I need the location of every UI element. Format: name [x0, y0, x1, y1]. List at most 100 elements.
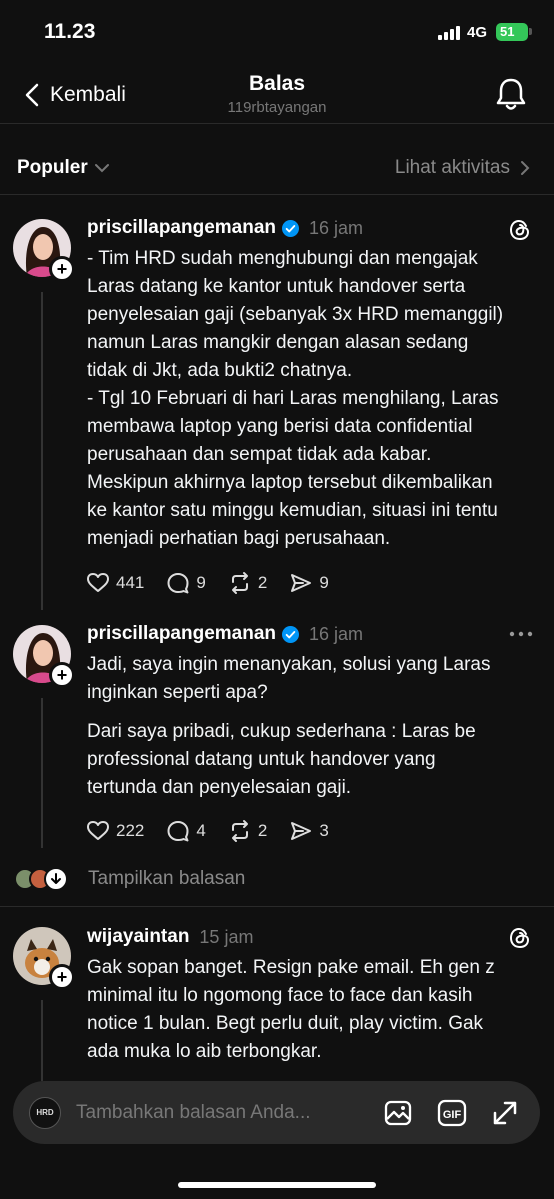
- chevron-down-icon: [94, 164, 109, 173]
- post-time: 16 jam: [309, 217, 364, 238]
- repost-button[interactable]: 2: [228, 571, 267, 595]
- post-header: wijayaintan 15 jam: [87, 926, 253, 948]
- show-replies-label: Tampilkan balasan: [88, 868, 246, 889]
- sort-row: Populer Lihat aktivitas: [0, 125, 554, 195]
- post-line: Meskipun akhirnya laptop tersebut dikemb…: [87, 472, 493, 493]
- view-activity-link[interactable]: Lihat aktivitas: [395, 157, 530, 179]
- post-header: priscillapangemanan 16 jam: [87, 623, 363, 645]
- bell-icon[interactable]: [494, 76, 528, 112]
- post-line: perusahaan dan sempat tidak ada kabar.: [87, 444, 432, 465]
- image-icon[interactable]: [383, 1098, 413, 1128]
- more-options-icon[interactable]: [508, 629, 534, 639]
- activity-label: Lihat aktivitas: [394, 157, 510, 178]
- reply-post: + wijayaintan 15 jam Gak sopan banget. R…: [0, 916, 554, 1081]
- post-text: Jadi, saya ingin menanyakan, solusi yang…: [87, 651, 527, 802]
- repost-icon: [231, 572, 248, 594]
- post-line: Jadi, saya ingin menanyakan, solusi yang…: [87, 654, 491, 675]
- threads-logo-icon: [509, 927, 530, 949]
- reply-count: 9: [196, 573, 206, 592]
- comment-icon: [167, 821, 189, 842]
- threads-logo-icon: [509, 219, 530, 241]
- post-line: Gak sopan banget. Resign pake email. Eh …: [87, 957, 495, 978]
- thread-line: [41, 1000, 43, 1081]
- reply-count: 4: [196, 821, 206, 840]
- follow-plus-icon[interactable]: +: [49, 662, 75, 688]
- verified-badge-icon: [282, 219, 300, 237]
- like-button[interactable]: 441: [86, 571, 144, 595]
- share-count: 3: [319, 821, 329, 840]
- arrow-down-icon: [44, 867, 68, 891]
- sort-label: Populer: [17, 157, 88, 178]
- post-line: menjadi perhatian bagi perusahaan.: [87, 528, 391, 549]
- expand-icon[interactable]: [490, 1098, 520, 1128]
- post-line: inginkan seperti apa?: [87, 682, 268, 703]
- repost-button[interactable]: 2: [228, 819, 267, 843]
- username[interactable]: priscillapangemanan: [87, 623, 276, 645]
- post-line: ke kantor satu minggu kemudian, situasi …: [87, 500, 498, 521]
- post-line: - Tgl 10 Februari di hari Laras menghila…: [87, 388, 499, 409]
- post-line: minimal itu lo ngomong face to face dan …: [87, 985, 473, 1006]
- battery-tip: [529, 28, 532, 35]
- send-icon: [291, 574, 312, 592]
- post-line: namun Laras mangkir dengan alasan sedang: [87, 332, 469, 353]
- svg-text:GIF: GIF: [443, 1109, 462, 1121]
- post-line: - Tim HRD sudah menghubungi dan mengajak: [87, 248, 478, 269]
- follow-plus-icon[interactable]: +: [49, 964, 75, 990]
- post-header: priscillapangemanan 16 jam: [87, 217, 363, 239]
- comment-icon: [167, 573, 189, 594]
- header: Kembali Balas 119rbtayangan: [0, 60, 554, 124]
- reply-button[interactable]: 4: [166, 819, 206, 843]
- post-line: notice 1 bulan. Begt perlu duit, play vi…: [87, 1013, 484, 1034]
- like-count: 441: [116, 573, 145, 592]
- username[interactable]: wijayaintan: [87, 926, 189, 948]
- reply-composer: HRD GIF: [13, 1081, 540, 1144]
- divider: [0, 906, 554, 907]
- status-bar: 11.23 4G 51: [0, 0, 554, 60]
- signal-icon: [438, 26, 460, 40]
- follow-plus-icon[interactable]: +: [49, 256, 75, 282]
- heart-icon: [87, 573, 109, 592]
- home-indicator: [178, 1182, 376, 1188]
- view-count: 119rbtayangan: [227, 99, 327, 116]
- action-bar: 222 4 2 3: [86, 818, 351, 844]
- battery-icon: 51: [496, 23, 528, 41]
- post-text: Gak sopan banget. Resign pake email. Eh …: [87, 954, 527, 1066]
- post-line: tidak di Jkt, ada bukti2 chatnya.: [87, 360, 353, 381]
- share-count: 9: [319, 573, 329, 592]
- username[interactable]: priscillapangemanan: [87, 217, 276, 239]
- post-line: professional datang untuk handover yang: [87, 749, 436, 770]
- chevron-right-icon: [521, 161, 530, 175]
- thread-line: [41, 292, 43, 610]
- post-time: 16 jam: [309, 623, 364, 644]
- verified-badge-icon: [282, 625, 300, 643]
- repost-count: 2: [257, 573, 268, 592]
- profile-avatar: HRD: [29, 1097, 61, 1129]
- send-icon: [291, 822, 312, 840]
- share-button[interactable]: 3: [289, 819, 329, 843]
- post-line: Laras datang ke kantor untuk handover se…: [87, 276, 466, 297]
- post-text: - Tim HRD sudah menghubungi dan mengajak…: [87, 245, 527, 553]
- page-title: Balas: [248, 72, 306, 95]
- repost-icon: [231, 820, 248, 842]
- like-button[interactable]: 222: [86, 819, 144, 843]
- network-label: 4G: [467, 24, 488, 41]
- reply-post: + priscillapangemanan 16 jam Jadi, saya …: [0, 616, 554, 856]
- show-replies-button[interactable]: Tampilkan balasan: [14, 866, 245, 892]
- status-time: 11.23: [44, 20, 96, 43]
- thread-line: [41, 698, 43, 848]
- repost-count: 2: [257, 821, 268, 840]
- reply-input[interactable]: [76, 1099, 366, 1127]
- post-line: tertunda dan penyelesaian gaji.: [87, 777, 352, 798]
- post-line: ada muka lo aib terbongkar.: [87, 1041, 322, 1062]
- like-count: 222: [116, 821, 145, 840]
- post-line: Dari saya pribadi, cukup sederhana : Lar…: [87, 721, 476, 742]
- post-line: penyelesaian gaji (sebanyak 3x HRD meman…: [87, 304, 504, 325]
- post-line: membawa laptop yang berisi data confiden…: [87, 416, 473, 437]
- share-button[interactable]: 9: [289, 571, 329, 595]
- sort-dropdown[interactable]: Populer: [17, 157, 109, 179]
- post-time: 15 jam: [199, 926, 254, 947]
- gif-icon[interactable]: GIF: [437, 1098, 467, 1128]
- action-bar: 441 9 2 9: [86, 570, 351, 596]
- reply-button[interactable]: 9: [166, 571, 206, 595]
- reply-post: + priscillapangemanan 16 jam - Tim HRD s…: [0, 210, 554, 620]
